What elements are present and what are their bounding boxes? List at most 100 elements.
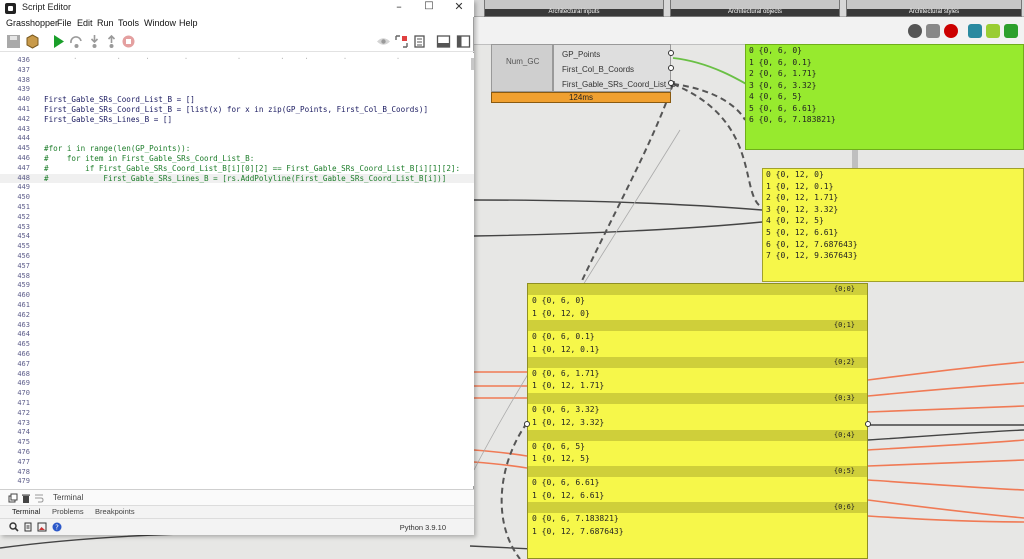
code-line[interactable]: 458 [0,272,474,282]
code-line[interactable]: 456 [0,252,474,262]
code-line[interactable]: 442 First_Gable_SRs_Lines_B = [] [0,115,474,125]
component-input-side[interactable]: Num_GC [491,44,553,92]
display-icon[interactable] [908,24,922,38]
code-line[interactable]: 451 [0,203,474,213]
step-into-icon[interactable] [87,34,102,49]
menu-window[interactable]: Window [144,18,176,28]
menu-file[interactable]: File [57,18,72,28]
code-line[interactable]: 465 [0,340,474,350]
code-line[interactable]: 437 [0,66,474,76]
code-line[interactable]: 455 [0,242,474,252]
wrap-icon[interactable] [34,493,44,503]
close-button[interactable]: ✕ [444,0,474,17]
sketch-icon[interactable] [968,24,982,38]
document-icon[interactable] [412,34,427,49]
panel-gp-points[interactable]: 0 {0, 6, 0} 1 {0, 6, 0.1} 2 {0, 6, 1.71} 3 … [745,44,1024,150]
copy-icon[interactable] [8,493,18,503]
scrollbar-thumb[interactable] [471,58,474,70]
save-icon[interactable] [6,34,21,49]
minimize-button[interactable]: – [384,0,414,17]
code-line[interactable]: 457 [0,262,474,272]
output-port[interactable] [668,50,674,56]
image-icon[interactable] [37,522,47,532]
code-line[interactable]: 474 [0,428,474,438]
mesh-icon[interactable] [926,24,940,38]
python-component[interactable]: Num_GC GP_Points First_Col_B_Coords Firs… [491,44,676,103]
code-line[interactable]: 441 First_Gable_SRs_Coord_List_B = [list(… [0,105,474,115]
code-line[interactable]: 475 [0,438,474,448]
file-icon[interactable] [23,522,33,532]
panel-bottom-icon[interactable] [436,34,451,49]
code-line[interactable]: 446 # for item in First_Gable_SRs_Coord_L… [0,154,474,164]
panel-first-gable-srs-coord-list[interactable]: {0;0} 0 {0, 6, 0} 1 {0, 12, 0} {0;1} 0 {0, 6… [527,283,868,559]
code-line[interactable]: 479 [0,477,474,486]
code-line[interactable]: 461 [0,301,474,311]
menu-run[interactable]: Run [97,18,114,28]
tab-problems[interactable]: Problems [52,507,84,516]
code-line[interactable]: 469 [0,379,474,389]
code-line[interactable]: 443 [0,125,474,135]
code-line[interactable]: 447 # if First_Gable_SRs_Coord_List_B[i][… [0,164,474,174]
stop-icon[interactable] [121,34,136,49]
code-line[interactable]: 473 [0,419,474,429]
code-line[interactable]: 476 [0,448,474,458]
code-line[interactable]: 460 [0,291,474,301]
maximize-button[interactable]: □ [414,0,444,17]
code-editor[interactable]: . . . . . . . . . 436 437 438 439 440 First_G… [0,53,474,486]
ribbon-tab-objects[interactable]: Architectural objects [670,0,840,17]
component-output-side[interactable]: GP_Points First_Col_B_Coords First_Gable… [553,44,676,92]
run-icon[interactable] [51,34,66,49]
code-line[interactable]: 449 [0,183,474,193]
code-line[interactable]: 450 [0,193,474,203]
output-first-col-b-coords[interactable]: First_Col_B_Coords [562,65,634,74]
menu-grasshopper[interactable]: Grasshopper [6,18,58,28]
code-line[interactable]: 468 [0,370,474,380]
code-line[interactable]: 445 #for i in range(len(GP_Points)): [0,144,474,154]
preview-icon[interactable] [944,24,958,38]
step-out-icon[interactable] [104,34,119,49]
trash-icon[interactable] [21,493,31,503]
code-line[interactable]: 463 [0,321,474,331]
code-line[interactable]: 459 [0,281,474,291]
step-over-icon[interactable] [69,34,84,49]
sketch-color-icon[interactable] [986,24,1000,38]
code-line[interactable]: 448 # First_Gable_SRs_Lines_B = [rs.AddPo… [0,173,474,184]
panel-output-port[interactable] [865,421,871,427]
code-line[interactable]: 452 [0,213,474,223]
code-line[interactable]: 477 [0,458,474,468]
title-bar[interactable]: Script Editor – □ ✕ [0,0,474,17]
panel-input-port[interactable] [524,421,530,427]
panel-first-col-b-coords[interactable]: 0 {0, 12, 0} 1 {0, 12, 0.1} 2 {0, 12, 1.71… [762,168,1024,282]
code-line[interactable]: 438 [0,76,474,86]
code-line[interactable]: 467 [0,360,474,370]
code-line[interactable]: 462 [0,311,474,321]
package-icon[interactable] [25,34,40,49]
code-line[interactable]: 454 [0,232,474,242]
code-line[interactable]: 439 [0,85,474,95]
group-icon[interactable] [1004,24,1018,38]
code-line[interactable]: 466 [0,350,474,360]
code-line[interactable]: 472 [0,409,474,419]
code-line[interactable]: 444 [0,134,474,144]
panel-side-icon[interactable] [456,34,471,49]
expand-icon[interactable] [394,34,409,49]
help-icon[interactable]: ? [52,522,62,532]
menu-edit[interactable]: Edit [77,18,93,28]
output-port[interactable] [668,80,674,86]
code-line[interactable]: 453 [0,223,474,233]
code-line[interactable]: 471 [0,399,474,409]
code-line[interactable]: 436 [0,56,474,66]
ribbon-tab-inputs[interactable]: Architectural inputs [484,0,664,17]
code-line[interactable]: 470 [0,389,474,399]
menu-tools[interactable]: Tools [118,18,139,28]
code-line[interactable]: 440 First_Gable_SRs_Coord_List_B = [] [0,95,474,105]
output-gp-points[interactable]: GP_Points [562,50,600,59]
code-line[interactable]: 464 [0,330,474,340]
output-first-gable-srs-coord-list-b[interactable]: First_Gable_SRs_Coord_List_B [562,80,676,89]
tab-terminal[interactable]: Terminal [12,507,40,516]
eye-icon[interactable] [376,34,391,49]
output-port[interactable] [668,65,674,71]
code-line[interactable]: 478 [0,468,474,478]
search-icon[interactable] [9,522,19,532]
ribbon-tab-styles[interactable]: Architectural styles [846,0,1022,17]
